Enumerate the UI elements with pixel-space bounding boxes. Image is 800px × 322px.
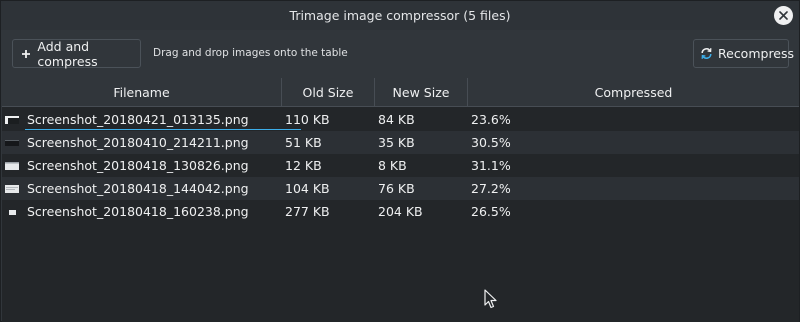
window-title: Trimage image compressor (5 files): [289, 8, 511, 23]
recompress-label: Recompress: [718, 46, 795, 61]
image-thumbnail-icon: [9, 209, 16, 215]
image-thumbnail-icon: [5, 184, 19, 193]
compressed-cell: 31.1%: [471, 158, 511, 173]
recompress-button[interactable]: Recompress: [693, 39, 794, 68]
add-and-compress-label: Add and compress: [37, 38, 98, 69]
filename-cell[interactable]: Screenshot_20180418_144042.png: [2, 177, 282, 200]
image-thumbnail-icon: [5, 115, 19, 124]
filename-text: Screenshot_20180410_214211.png: [27, 135, 249, 150]
close-icon: [779, 11, 788, 20]
table-row[interactable]: Screenshot_20180418_160238.png 277 KB 20…: [2, 200, 799, 223]
refresh-icon: [700, 47, 713, 61]
files-table[interactable]: Filename Old Size New Size Compressed Sc…: [2, 78, 799, 322]
compressed-cell: 26.5%: [471, 204, 511, 219]
table-row[interactable]: Screenshot_20180418_144042.png 104 KB 76…: [2, 177, 799, 200]
table-row[interactable]: Screenshot_20180421_013135.png 110 KB 84…: [2, 108, 799, 131]
toolbar: Add and compress Drag and drop images on…: [1, 30, 799, 76]
old-size-cell: 12 KB: [285, 158, 322, 173]
plus-icon: [20, 47, 32, 61]
filename-cell[interactable]: Screenshot_20180421_013135.png: [2, 108, 301, 131]
close-button[interactable]: [774, 6, 793, 25]
filename-text: Screenshot_20180418_144042.png: [27, 181, 249, 196]
old-size-cell: 51 KB: [285, 135, 322, 150]
table-row[interactable]: Screenshot_20180418_130826.png 12 KB 8 K…: [2, 154, 799, 177]
filename-cell[interactable]: Screenshot_20180418_160238.png: [2, 200, 282, 223]
add-and-compress-button[interactable]: Add and compress: [12, 38, 141, 69]
new-size-cell: 8 KB: [378, 158, 407, 173]
column-header-compressed[interactable]: Compressed: [468, 78, 799, 107]
mouse-cursor-icon: [484, 289, 497, 309]
filename-text: Screenshot_20180418_130826.png: [27, 158, 249, 173]
column-header-filename[interactable]: Filename: [2, 78, 282, 107]
old-size-cell: 104 KB: [285, 181, 330, 196]
new-size-cell: 84 KB: [378, 112, 415, 127]
new-size-cell: 35 KB: [378, 135, 415, 150]
filename-cell[interactable]: Screenshot_20180410_214211.png: [2, 131, 282, 154]
table-header: Filename Old Size New Size Compressed: [2, 78, 799, 107]
compressed-cell: 23.6%: [471, 112, 511, 127]
new-size-cell: 204 KB: [378, 204, 423, 219]
compressed-cell: 27.2%: [471, 181, 511, 196]
column-header-new-size[interactable]: New Size: [375, 78, 468, 107]
table-row[interactable]: Screenshot_20180410_214211.png 51 KB 35 …: [2, 131, 799, 154]
old-size-cell: 110 KB: [285, 112, 330, 127]
drag-drop-hint: Drag and drop images onto the table: [153, 47, 348, 59]
column-header-old-size[interactable]: Old Size: [282, 78, 375, 107]
compressed-cell: 30.5%: [471, 135, 511, 150]
image-thumbnail-icon: [5, 139, 19, 146]
title-bar: Trimage image compressor (5 files): [1, 1, 799, 30]
old-size-cell: 277 KB: [285, 204, 330, 219]
filename-text: Screenshot_20180421_013135.png: [25, 112, 301, 130]
filename-cell[interactable]: Screenshot_20180418_130826.png: [2, 154, 282, 177]
app-window: Trimage image compressor (5 files) Add a…: [0, 0, 800, 322]
new-size-cell: 76 KB: [378, 181, 415, 196]
image-thumbnail-icon: [5, 161, 19, 170]
filename-text: Screenshot_20180418_160238.png: [27, 204, 249, 219]
